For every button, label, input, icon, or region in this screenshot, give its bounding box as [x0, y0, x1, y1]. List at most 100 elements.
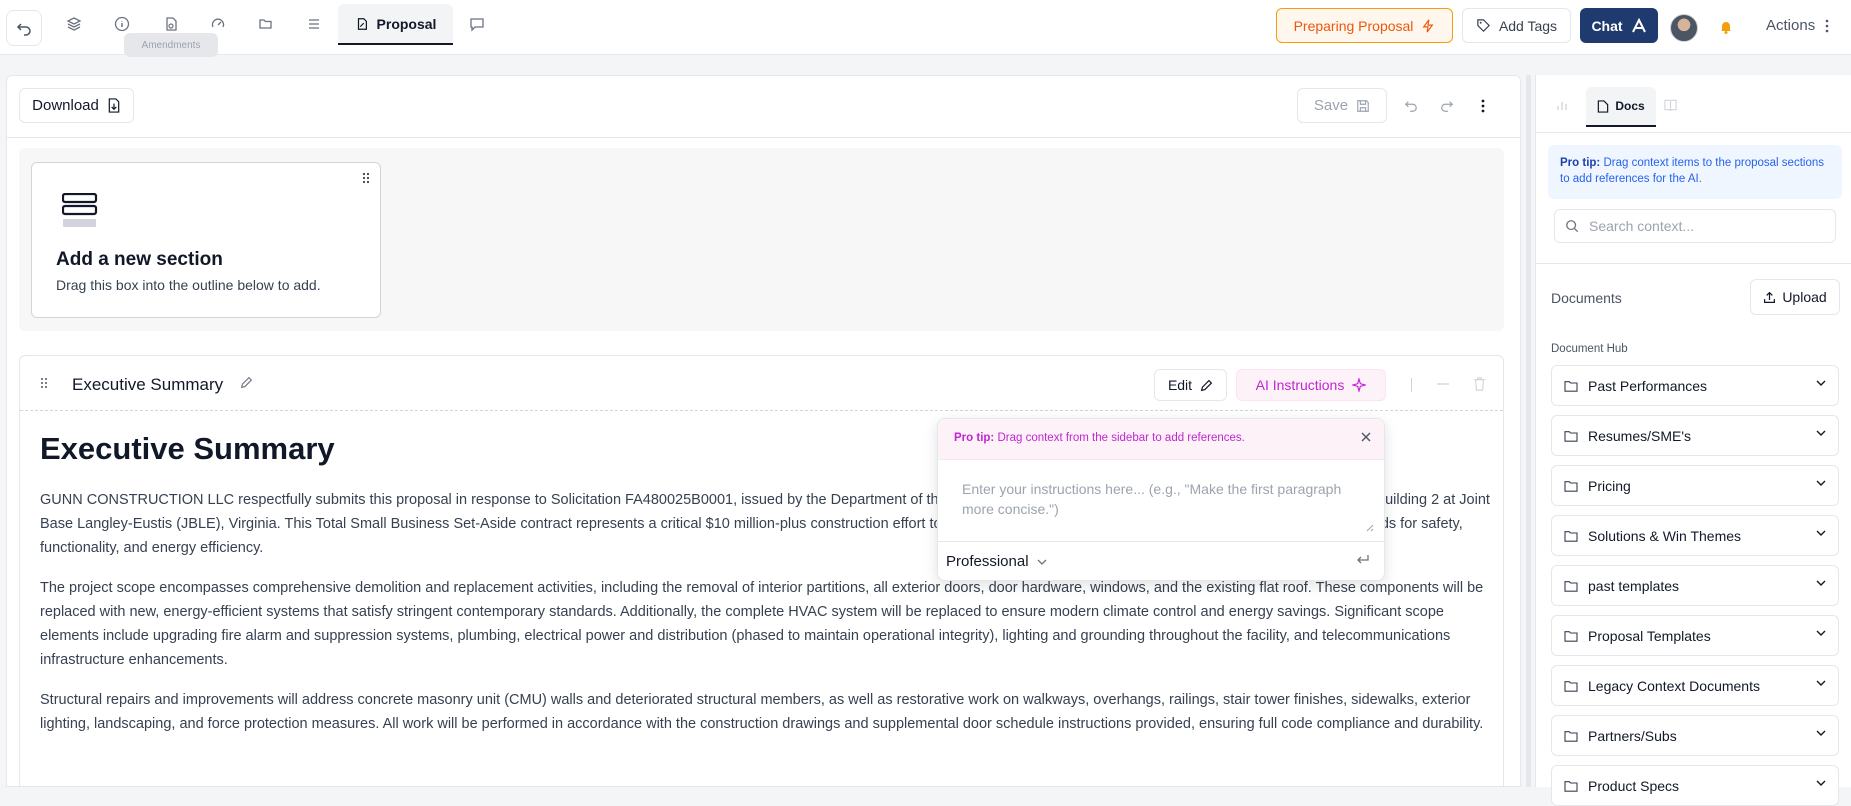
tone-select[interactable]: Professional: [946, 553, 1047, 570]
more-vertical-icon[interactable]: [1471, 94, 1495, 118]
chevron-down-icon[interactable]: [1816, 780, 1826, 786]
new-section-card[interactable]: Add a new section Drag this box into the…: [31, 162, 381, 318]
undo-icon[interactable]: [1399, 94, 1423, 118]
search-icon: [1566, 220, 1579, 233]
drag-handle-icon[interactable]: [362, 171, 370, 189]
preparing-proposal-button[interactable]: Preparing Proposal: [1276, 8, 1453, 43]
sidebar-pro-tip: Pro tip: Drag context items to the propo…: [1548, 145, 1842, 199]
ai-popover-footer: Professional: [938, 541, 1384, 582]
folder-open-icon[interactable]: [252, 10, 280, 38]
comment-icon[interactable]: [463, 10, 491, 38]
folder-label: Proposal Templates: [1588, 627, 1711, 644]
divider: [1536, 263, 1851, 264]
upload-button[interactable]: Upload: [1750, 279, 1840, 315]
documents-label: Documents: [1551, 290, 1622, 306]
tab-proposal[interactable]: Proposal: [338, 4, 453, 45]
folder-item[interactable]: Past Performances: [1551, 365, 1839, 406]
sidebar-tabs: Docs: [1536, 75, 1851, 133]
folder-item[interactable]: Pricing: [1551, 465, 1839, 506]
stack-icon: [61, 192, 98, 234]
context-search-placeholder: Search context...: [1589, 218, 1695, 234]
chevron-down-icon[interactable]: [1816, 480, 1826, 486]
book-icon[interactable]: [1658, 93, 1682, 117]
document-edit-icon: [357, 17, 367, 30]
chevron-down-icon: [1037, 559, 1047, 565]
folder-icon: [1564, 580, 1578, 592]
folder-item[interactable]: Solutions & Win Themes: [1551, 515, 1839, 556]
folder-icon: [1564, 530, 1578, 542]
file-download-icon: [108, 98, 120, 113]
layers-icon[interactable]: [60, 10, 88, 38]
folder-item[interactable]: Product Specs: [1551, 765, 1839, 806]
folder-label: past templates: [1588, 577, 1680, 594]
context-search-input[interactable]: Search context...: [1554, 209, 1836, 243]
pencil-icon: [1200, 379, 1213, 391]
tab-docs-label: Docs: [1615, 99, 1645, 113]
chat-button[interactable]: Chat: [1580, 8, 1658, 43]
folder-icon: [1564, 430, 1578, 442]
tab-docs[interactable]: Docs: [1586, 87, 1656, 127]
divider: [1411, 378, 1412, 392]
download-button[interactable]: Download: [19, 88, 134, 123]
edit-button[interactable]: Edit: [1154, 369, 1227, 401]
chart-icon[interactable]: [1550, 93, 1574, 117]
avatar[interactable]: [1670, 14, 1698, 42]
folder-item[interactable]: Legacy Context Documents: [1551, 665, 1839, 706]
resize-handle-icon[interactable]: [1364, 519, 1374, 537]
document-icon: [1598, 99, 1609, 113]
redo-icon[interactable]: [1435, 94, 1459, 118]
folder-icon: [1564, 380, 1578, 392]
bell-icon[interactable]: [1715, 16, 1737, 38]
save-button[interactable]: Save: [1297, 88, 1387, 123]
undo-arrow-icon: [16, 23, 31, 36]
chat-logo-icon: [1631, 17, 1646, 32]
folder-icon: [1564, 680, 1578, 692]
back-button[interactable]: [6, 10, 42, 46]
folder-item[interactable]: past templates: [1551, 565, 1839, 606]
section-title: Executive Summary: [72, 375, 224, 394]
trash-icon[interactable]: [1469, 374, 1489, 394]
drag-handle-icon[interactable]: [40, 376, 48, 394]
panel-resizer[interactable]: [1526, 75, 1531, 787]
chevron-down-icon[interactable]: [1816, 380, 1826, 386]
ai-instructions-button[interactable]: AI Instructions: [1236, 369, 1386, 401]
enter-icon[interactable]: [1356, 553, 1370, 571]
actions-menu[interactable]: Actions: [1766, 17, 1829, 34]
document-paragraph: Structural repairs and improvements will…: [40, 692, 1484, 732]
gauge-icon[interactable]: [204, 10, 232, 38]
chevron-down-icon[interactable]: [1816, 680, 1826, 686]
edit-label: Edit: [1167, 377, 1193, 393]
sparkle-icon: [1352, 378, 1367, 392]
ai-instructions-input[interactable]: Enter your instructions here... (e.g., "…: [962, 479, 1342, 519]
folder-label: Product Specs: [1588, 777, 1680, 794]
close-icon[interactable]: [1360, 430, 1372, 448]
folder-label: Legacy Context Documents: [1588, 677, 1760, 694]
ai-pro-tip-text: Drag context from the sidebar to add ref…: [997, 432, 1245, 444]
folder-label: Partners/Subs: [1588, 727, 1677, 744]
more-vertical-icon: [1825, 19, 1829, 32]
ai-instructions-popover: Pro tip: Drag context from the sidebar t…: [937, 418, 1385, 581]
chevron-down-icon[interactable]: [1816, 580, 1826, 586]
save-icon: [1357, 99, 1369, 112]
editor-toolbar: Download Save: [7, 76, 1520, 138]
add-tags-label: Add Tags: [1498, 17, 1558, 34]
chevron-down-icon[interactable]: [1816, 730, 1826, 736]
list-icon[interactable]: [300, 10, 328, 38]
folder-item[interactable]: Partners/Subs: [1551, 715, 1839, 756]
actions-label: Actions: [1766, 17, 1816, 34]
document-hub-label: Document Hub: [1551, 343, 1628, 355]
folder-label: Past Performances: [1588, 377, 1708, 394]
chevron-down-icon[interactable]: [1816, 630, 1826, 636]
sidebar-pro-tip-text: Drag context items to the proposal secti…: [1560, 157, 1824, 185]
folder-item[interactable]: Resumes/SME's: [1551, 415, 1839, 456]
collapse-icon[interactable]: [1433, 374, 1453, 394]
tag-icon: [1477, 19, 1490, 32]
tab-proposal-label: Proposal: [376, 15, 437, 32]
add-tags-button[interactable]: Add Tags: [1462, 8, 1571, 43]
rename-pencil-icon[interactable]: [240, 376, 253, 394]
chevron-down-icon[interactable]: [1816, 430, 1826, 436]
folder-icon: [1564, 730, 1578, 742]
chevron-down-icon[interactable]: [1816, 530, 1826, 536]
upload-icon: [1764, 291, 1776, 303]
folder-item[interactable]: Proposal Templates: [1551, 615, 1839, 656]
